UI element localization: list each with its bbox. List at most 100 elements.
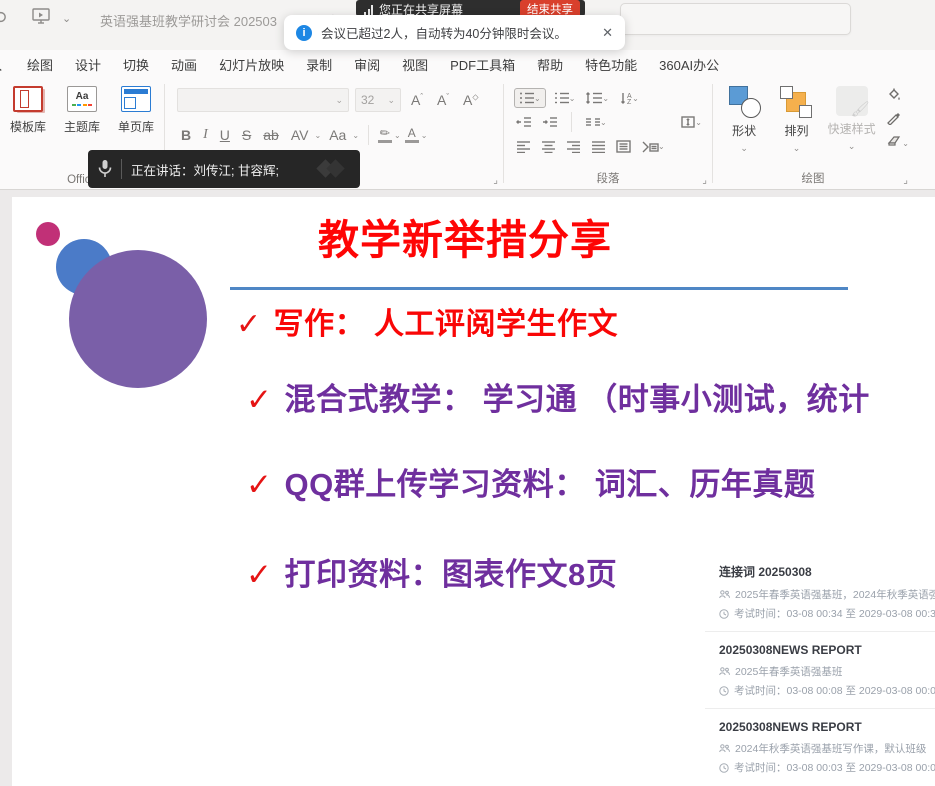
underline-button[interactable]: U: [216, 127, 234, 143]
paragraph-group: ⌄ ⌄ ⌄ AZ ⌄ ⌄: [504, 78, 712, 189]
bullet-blended-teaching: ✓混合式教学： 学习通 （时事小测试，统计: [246, 374, 870, 419]
text-direction-button[interactable]: ⌄: [678, 113, 704, 131]
close-icon[interactable]: ✕: [602, 25, 613, 41]
template-library-icon: [13, 86, 43, 112]
single-page-library-icon: [121, 86, 151, 112]
speaking-text: 正在讲话：刘传江; 甘容辉;: [131, 160, 279, 179]
font-size-select[interactable]: 32 ⌄: [355, 88, 401, 112]
chevron-down-icon: ⌄: [387, 95, 395, 106]
tab-view[interactable]: 视图: [391, 55, 439, 74]
font-name-select[interactable]: ⌄: [177, 88, 349, 112]
tab-insert-partial[interactable]: 插入: [0, 55, 16, 74]
bullet-printed-materials: ✓打印资料：图表作文8页: [246, 549, 617, 594]
bold-button[interactable]: B: [177, 127, 195, 143]
character-spacing-button[interactable]: AV: [287, 127, 313, 143]
font-color-button[interactable]: A: [405, 127, 419, 144]
check-icon: ✓: [246, 557, 272, 592]
title-divider-line: [230, 287, 848, 290]
tab-draw[interactable]: 绘图: [16, 55, 64, 74]
exam-time: 考试时间：03-08 00:08 至 2029-03-08 00:08: [719, 683, 935, 698]
undo-icon[interactable]: ⟲: [0, 8, 14, 28]
italic-button[interactable]: I: [199, 127, 212, 143]
align-right-button[interactable]: [564, 138, 583, 155]
exam-time: 考试时间：03-08 00:34 至 2029-03-08 00:35: [719, 606, 935, 621]
check-icon: ✓: [246, 467, 272, 502]
sort-button[interactable]: AZ ⌄: [617, 89, 641, 107]
tab-help[interactable]: 帮助: [526, 55, 574, 74]
drawing-dialog-launcher[interactable]: ⌟: [903, 175, 908, 186]
chevron-down-icon: ⌄: [602, 94, 609, 103]
meeting-notification: i 会议已超过2人，自动转为40分钟限时会议。 ✕: [284, 15, 625, 50]
tab-slideshow[interactable]: 幻灯片放映: [208, 55, 295, 74]
change-case-button[interactable]: Aa: [325, 127, 350, 143]
people-icon: [719, 590, 730, 599]
microphone-icon: [98, 159, 112, 179]
tab-pdf-toolbox[interactable]: PDF工具箱: [439, 55, 526, 74]
chevron-down-icon: ⌄: [314, 131, 321, 140]
exam-classes: 2025年春季英语强基班，2024年秋季英语强基班写: [719, 587, 935, 602]
paragraph-dialog-launcher[interactable]: ⌟: [702, 175, 707, 186]
ribbon-tab-bar: 插入 绘图 设计 切换 动画 幻灯片放映 录制 审阅 视图 PDF工具箱 帮助 …: [0, 50, 935, 78]
exam-item[interactable]: 20250308NEWS REPORT 2024年秋季英语强基班写作课，默认班级…: [705, 708, 935, 785]
shapes-icon: [727, 86, 761, 118]
signal-bars-icon: [364, 4, 373, 15]
justify-button[interactable]: [589, 138, 608, 155]
search-box[interactable]: [620, 3, 851, 35]
chevron-down-icon: ⌄: [902, 139, 909, 148]
chevron-down-icon: ⌄: [335, 95, 343, 106]
exam-item[interactable]: 连接词 20250308 2025年春季英语强基班，2024年秋季英语强基班写 …: [705, 552, 935, 631]
tab-360ai[interactable]: 360AI办公: [648, 55, 730, 74]
meeting-app-logo: [316, 157, 350, 181]
chevron-down-icon: ⌄: [632, 94, 639, 103]
shape-fill-button[interactable]: [886, 88, 909, 104]
chevron-down-icon: ⌄: [658, 142, 665, 151]
slide-title: 教学新举措分享: [318, 206, 612, 266]
decoration-circle-magenta: [36, 222, 60, 246]
grow-font-button[interactable]: Aˆ: [407, 92, 427, 108]
line-spacing-button[interactable]: ⌄: [583, 89, 611, 107]
info-icon: i: [296, 25, 312, 41]
distribute-button[interactable]: [614, 138, 633, 155]
shrink-font-button[interactable]: Aˇ: [433, 92, 453, 108]
clock-icon: [719, 609, 729, 619]
eraser-button[interactable]: ⌄: [886, 134, 909, 148]
convert-to-smartart-button[interactable]: ⌄: [639, 138, 667, 155]
tab-transitions[interactable]: 切换: [112, 55, 160, 74]
tab-record[interactable]: 录制: [295, 55, 343, 74]
tab-special-features[interactable]: 特色功能: [574, 55, 648, 74]
exam-time: 考试时间：03-08 00:03 至 2029-03-08 00:05: [719, 760, 935, 775]
tab-review[interactable]: 审阅: [343, 55, 391, 74]
chevron-down-icon: ⌄: [569, 94, 576, 103]
shape-outline-button[interactable]: [886, 111, 909, 127]
align-center-button[interactable]: [539, 138, 558, 155]
chevron-down-icon: ⌄: [394, 131, 401, 140]
font-dialog-launcher[interactable]: ⌟: [493, 175, 498, 186]
tab-animations[interactable]: 动画: [160, 55, 208, 74]
bullet-qq-materials: ✓QQ群上传学习资料： 词汇、历年真题: [246, 459, 815, 504]
align-left-button[interactable]: [514, 138, 533, 155]
chevron-down-icon: ⌄: [534, 94, 541, 103]
quick-access-chevron-icon[interactable]: ⌄: [62, 12, 71, 25]
bullet-list-button[interactable]: ⌄: [514, 88, 546, 108]
decrease-indent-button[interactable]: [514, 114, 534, 130]
shadow-strike-button[interactable]: S: [238, 127, 255, 143]
clear-formatting-button[interactable]: A◇: [459, 92, 483, 108]
check-icon: ✓: [236, 308, 262, 341]
exam-classes: 2025年春季英语强基班: [719, 664, 935, 679]
exam-title: 20250308NEWS REPORT: [719, 643, 935, 657]
chevron-down-icon: ⌄: [695, 118, 702, 127]
highlight-color-button[interactable]: ✎: [378, 127, 392, 144]
quick-styles-icon: [836, 86, 868, 116]
numbered-list-button[interactable]: ⌄: [552, 89, 578, 107]
chevron-down-icon: ⌄: [848, 141, 856, 152]
increase-indent-button[interactable]: [540, 114, 560, 130]
exam-classes: 2024年秋季英语强基班写作课，默认班级: [719, 741, 935, 756]
highlighter-icon: ✎: [377, 125, 392, 141]
strikethrough-button[interactable]: ab: [259, 127, 283, 143]
chevron-down-icon: ⌄: [600, 118, 607, 127]
tab-design[interactable]: 设计: [64, 55, 112, 74]
exam-item[interactable]: 20250308NEWS REPORT 2025年春季英语强基班 考试时间：03…: [705, 631, 935, 708]
columns-button[interactable]: ⌄: [583, 114, 609, 130]
clock-icon: [719, 763, 729, 773]
slideshow-icon[interactable]: [32, 8, 50, 29]
